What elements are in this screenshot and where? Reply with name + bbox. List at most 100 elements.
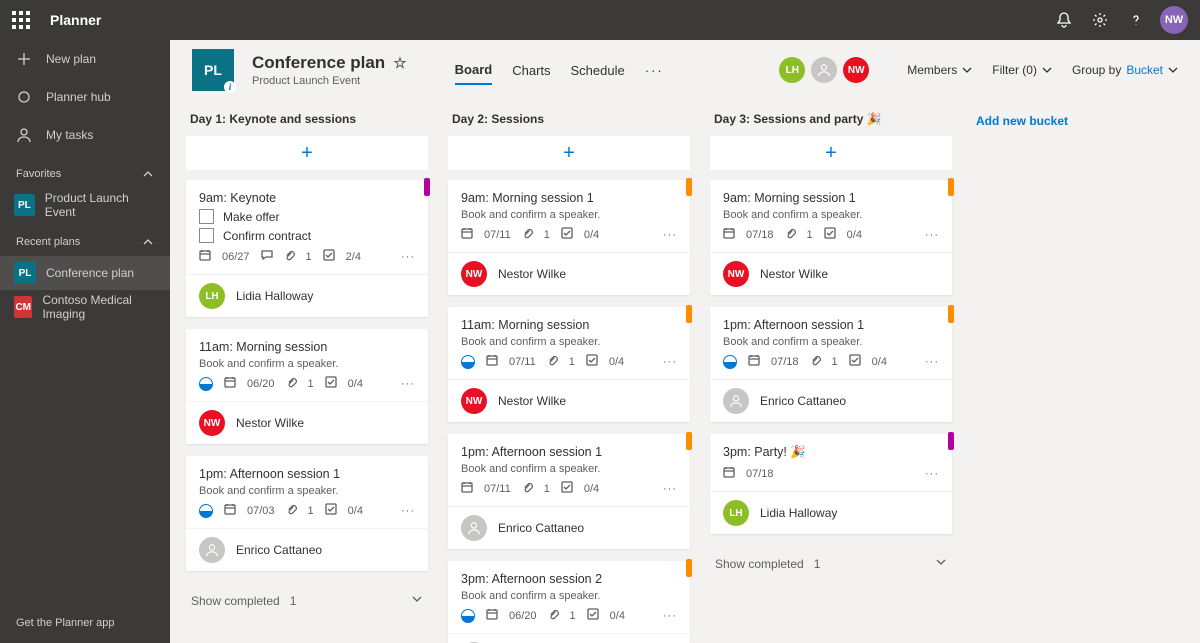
task-title: 1pm: Afternoon session 1 bbox=[723, 318, 939, 332]
task-assignee[interactable]: NWNestor Wilke bbox=[448, 252, 690, 295]
member-avatar[interactable]: LH bbox=[779, 57, 805, 83]
task-assignee[interactable]: NWNestor Wilke bbox=[448, 379, 690, 422]
task-more-icon[interactable]: ··· bbox=[925, 229, 939, 241]
task-assignee[interactable]: NWNestor Wilke bbox=[710, 252, 952, 295]
task-title: 1pm: Afternoon session 1 bbox=[199, 467, 415, 481]
task-more-icon[interactable]: ··· bbox=[663, 483, 677, 495]
task-tag bbox=[686, 305, 692, 323]
task-title: 3pm: Party! 🎉 bbox=[723, 445, 939, 460]
help-icon[interactable] bbox=[1118, 0, 1154, 40]
task-more-icon[interactable]: ··· bbox=[401, 251, 415, 263]
top-bar: Planner NW bbox=[0, 0, 1200, 40]
checklist-icon bbox=[849, 354, 861, 369]
task-more-icon[interactable]: ··· bbox=[925, 468, 939, 480]
tab-board[interactable]: Board bbox=[455, 56, 493, 85]
task-card[interactable]: 9am: Morning session 1 Book and confirm … bbox=[710, 180, 952, 295]
filter-dropdown[interactable]: Filter (0) bbox=[992, 63, 1052, 77]
plan-item[interactable]: PLProduct Launch Event bbox=[0, 188, 170, 222]
nav-circle[interactable]: Planner hub bbox=[0, 78, 170, 116]
add-task-button[interactable]: + bbox=[448, 136, 690, 170]
task-date: 07/18 bbox=[771, 356, 799, 368]
task-card[interactable]: 11am: Morning session Book and confirm a… bbox=[186, 329, 428, 444]
members-dropdown[interactable]: Members bbox=[907, 63, 972, 77]
calendar-icon bbox=[224, 503, 236, 518]
recent-header[interactable]: Recent plans bbox=[0, 222, 170, 256]
task-card[interactable]: 3pm: Afternoon session 2 Book and confir… bbox=[448, 561, 690, 643]
plan-item[interactable]: CMContoso Medical Imaging bbox=[0, 290, 170, 324]
task-date: 07/03 bbox=[247, 505, 275, 517]
task-assignee[interactable]: LHLidia Halloway bbox=[710, 491, 952, 534]
task-more-icon[interactable]: ··· bbox=[401, 505, 415, 517]
bucket-title[interactable]: Day 3: Sessions and party 🎉 bbox=[710, 104, 952, 136]
user-avatar[interactable]: NW bbox=[1160, 6, 1188, 34]
task-more-icon[interactable]: ··· bbox=[925, 356, 939, 368]
checklist-item[interactable]: Make offer bbox=[199, 209, 415, 224]
checklist-icon bbox=[323, 249, 335, 264]
assignee-avatar: LH bbox=[723, 500, 749, 526]
calendar-icon bbox=[723, 466, 735, 481]
plan-tile-small: CM bbox=[14, 296, 32, 318]
task-title: 1pm: Afternoon session 1 bbox=[461, 445, 677, 459]
add-task-button[interactable]: + bbox=[710, 136, 952, 170]
task-card[interactable]: 9am: Morning session 1 Book and confirm … bbox=[448, 180, 690, 295]
nav-plus[interactable]: New plan bbox=[0, 40, 170, 78]
checklist-icon bbox=[325, 376, 337, 391]
chevron-down-icon bbox=[1042, 65, 1052, 75]
show-completed[interactable]: Show completed1 bbox=[710, 546, 952, 581]
task-desc: Book and confirm a speaker. bbox=[461, 590, 677, 602]
nav-person[interactable]: My tasks bbox=[0, 116, 170, 154]
plan-subtitle: Product Launch Event bbox=[252, 75, 407, 87]
task-more-icon[interactable]: ··· bbox=[663, 610, 677, 622]
task-card[interactable]: 1pm: Afternoon session 1 Book and confir… bbox=[186, 456, 428, 571]
task-desc: Book and confirm a speaker. bbox=[461, 463, 677, 475]
app-launcher-icon[interactable] bbox=[12, 11, 30, 29]
task-assignee[interactable]: LHLidia Halloway bbox=[186, 274, 428, 317]
calendar-icon bbox=[461, 481, 473, 496]
task-card[interactable]: 3pm: Party! 🎉 07/18··· LHLidia Halloway bbox=[710, 434, 952, 534]
task-more-icon[interactable]: ··· bbox=[663, 356, 677, 368]
task-tag bbox=[424, 178, 430, 196]
task-assignee[interactable]: Enrico Cattaneo bbox=[448, 506, 690, 549]
task-desc: Book and confirm a speaker. bbox=[723, 336, 939, 348]
task-date: 06/20 bbox=[509, 610, 537, 622]
task-assignee[interactable]: NWNestor Wilke bbox=[186, 401, 428, 444]
plan-item[interactable]: PLConference plan bbox=[0, 256, 170, 290]
task-more-icon[interactable]: ··· bbox=[401, 378, 415, 390]
task-more-icon[interactable]: ··· bbox=[663, 229, 677, 241]
task-date: 07/11 bbox=[484, 483, 511, 495]
add-bucket-button[interactable]: Add new bucket bbox=[964, 104, 1080, 643]
task-assignee[interactable]: Enrico Cattaneo bbox=[710, 379, 952, 422]
task-card[interactable]: 9am: Keynote Make offerConfirm contract … bbox=[186, 180, 428, 317]
task-card[interactable]: 1pm: Afternoon session 1 Book and confir… bbox=[710, 307, 952, 422]
task-date: 07/11 bbox=[484, 229, 511, 241]
task-card[interactable]: 11am: Morning session Book and confirm a… bbox=[448, 307, 690, 422]
bucket-title[interactable]: Day 2: Sessions bbox=[448, 104, 690, 136]
tab-charts[interactable]: Charts bbox=[512, 57, 550, 84]
tab-schedule[interactable]: Schedule bbox=[571, 57, 625, 84]
bucket-title[interactable]: Day 1: Keynote and sessions bbox=[186, 104, 428, 136]
checklist-icon bbox=[561, 227, 573, 242]
settings-icon[interactable] bbox=[1082, 0, 1118, 40]
bucket-column: Day 2: Sessions + 9am: Morning session 1… bbox=[440, 104, 698, 643]
attachment-icon bbox=[286, 377, 297, 391]
task-assignee[interactable]: Enrico Cattaneo bbox=[186, 528, 428, 571]
checklist-icon bbox=[561, 481, 573, 496]
get-app-link[interactable]: Get the Planner app bbox=[0, 603, 170, 643]
favorites-header[interactable]: Favorites bbox=[0, 154, 170, 188]
notifications-icon[interactable] bbox=[1046, 0, 1082, 40]
task-desc: Book and confirm a speaker. bbox=[723, 209, 939, 221]
progress-icon bbox=[461, 355, 475, 369]
calendar-icon bbox=[486, 354, 498, 369]
checklist-item[interactable]: Confirm contract bbox=[199, 228, 415, 243]
add-task-button[interactable]: + bbox=[186, 136, 428, 170]
task-date: 06/20 bbox=[247, 378, 275, 390]
task-card[interactable]: 1pm: Afternoon session 1 Book and confir… bbox=[448, 434, 690, 549]
more-menu-icon[interactable]: ··· bbox=[645, 63, 664, 78]
info-icon[interactable]: i bbox=[224, 81, 236, 93]
member-avatar[interactable] bbox=[811, 57, 837, 83]
groupby-dropdown[interactable]: Group byBucket bbox=[1072, 63, 1178, 77]
member-avatar[interactable]: NW bbox=[843, 57, 869, 83]
show-completed[interactable]: Show completed1 bbox=[186, 583, 428, 618]
task-assignee[interactable]: Enrico Cattaneo bbox=[448, 633, 690, 643]
favorite-star-icon[interactable]: ☆ bbox=[393, 54, 406, 72]
